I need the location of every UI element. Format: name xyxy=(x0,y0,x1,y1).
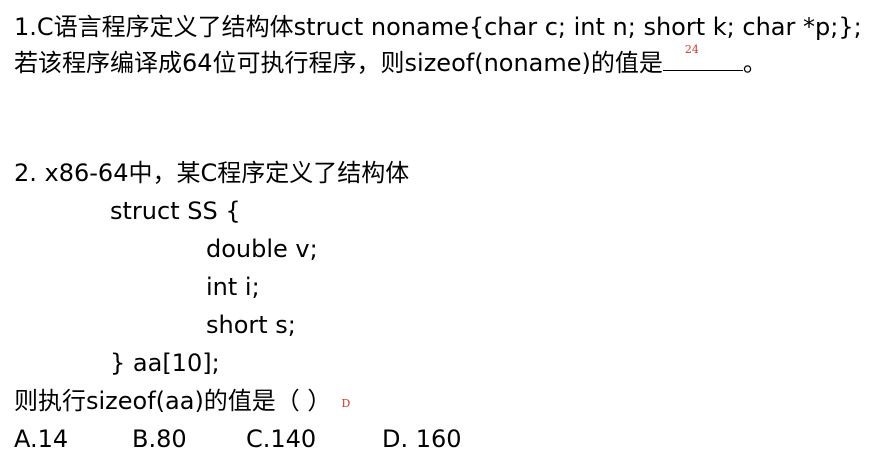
option-d: D. 160 xyxy=(382,425,462,453)
question-2-title: 2. x86-64中，某C程序定义了结构体 xyxy=(14,159,410,187)
question-2-ask-text: 则执行sizeof(aa)的值是（ ） xyxy=(14,387,332,415)
question-1-answer: 24 xyxy=(684,43,699,56)
question-2-answer: D xyxy=(341,397,351,410)
question-1-line-2: 若该程序编译成64位可执行程序，则sizeof(noname)的值是 24 。 xyxy=(14,43,767,78)
question-2-prompt: 则执行sizeof(aa)的值是（ ） D xyxy=(14,386,350,416)
question-1-period: 。 xyxy=(742,49,767,77)
question-1-prompt: 若该程序编译成64位可执行程序，则sizeof(noname)的值是 xyxy=(14,49,663,77)
struct-field-short: short s; xyxy=(206,311,296,339)
struct-field-double: double v; xyxy=(206,235,318,263)
option-b: B.80 xyxy=(132,425,187,453)
question-1-line-1: 1.C语言程序定义了结构体struct noname{char c; int n… xyxy=(14,13,862,41)
option-a: A.14 xyxy=(14,425,69,453)
option-c: C.140 xyxy=(246,425,317,453)
struct-declaration-close: } aa[10]; xyxy=(110,349,220,377)
answer-blank: 24 xyxy=(662,43,743,71)
struct-field-int: int i; xyxy=(206,273,260,301)
struct-declaration-open: struct SS { xyxy=(110,197,241,225)
